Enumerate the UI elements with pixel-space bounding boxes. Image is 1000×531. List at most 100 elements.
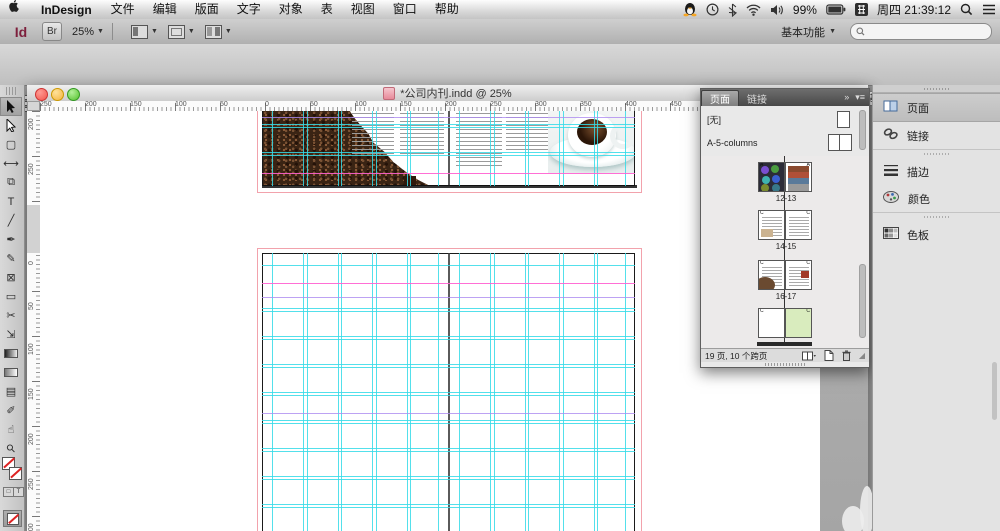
page-thumbnail[interactable]: C xyxy=(785,210,812,240)
dock-group-divider[interactable] xyxy=(873,212,1000,221)
menu-clock[interactable]: 周四 21:39:12 xyxy=(877,1,951,18)
bridge-button[interactable]: Br xyxy=(42,22,62,41)
masters-scrollbar[interactable] xyxy=(859,110,866,150)
fill-stroke-proxy[interactable] xyxy=(2,457,22,483)
guide-line xyxy=(262,423,635,424)
battery-icon[interactable] xyxy=(826,4,846,15)
notification-list-icon[interactable] xyxy=(982,4,996,15)
clock-menu-icon[interactable] xyxy=(706,3,719,16)
menu-item-1[interactable]: 编辑 xyxy=(144,2,186,16)
menu-item-7[interactable]: 窗口 xyxy=(384,2,426,16)
bluetooth-icon[interactable] xyxy=(728,3,737,17)
master-row-none[interactable]: [无] xyxy=(707,109,857,129)
gradient-swatch-tool[interactable] xyxy=(0,344,22,363)
page-thumbnail[interactable]: C xyxy=(785,260,812,290)
edit-spread-icon[interactable] xyxy=(801,351,816,361)
type-tool[interactable]: T xyxy=(0,192,22,211)
menu-item-4[interactable]: 对象 xyxy=(270,2,312,16)
dock-scrollbar[interactable] xyxy=(992,362,997,420)
zoom-level-combo[interactable]: 25% ▼ xyxy=(72,26,104,38)
pencil-tool[interactable]: ✎ xyxy=(0,249,22,268)
dock-group-divider[interactable] xyxy=(873,149,1000,158)
page-tool[interactable]: ▢ xyxy=(0,135,22,154)
page-thumbnail[interactable]: C xyxy=(758,308,785,338)
page-thumbnail[interactable]: A xyxy=(785,162,812,192)
guide-line-magenta xyxy=(262,283,635,284)
panel-tab-pages[interactable]: 页面 xyxy=(701,90,739,106)
spread-label: 14-15 xyxy=(775,242,797,251)
search-input[interactable] xyxy=(850,23,992,40)
guide-line xyxy=(262,448,635,449)
gap-tool[interactable]: ⟷ xyxy=(0,154,22,173)
dock-item-swatches[interactable]: 色板 xyxy=(873,221,1000,248)
ruler-origin-box[interactable] xyxy=(27,101,40,111)
master-prefix-letter: C xyxy=(760,308,764,314)
dock-item-links[interactable]: 链接 xyxy=(873,122,1000,149)
page-thumbnail[interactable]: C xyxy=(758,260,785,290)
view-options-button[interactable]: ▼ xyxy=(130,24,158,39)
direct-selection-tool[interactable] xyxy=(0,116,22,135)
qq-penguin-icon[interactable] xyxy=(683,2,697,17)
new-page-icon[interactable] xyxy=(824,350,834,361)
screen-mode-button[interactable]: ▼ xyxy=(167,24,195,39)
dock-header[interactable] xyxy=(873,85,1000,93)
collapse-panel-icon[interactable]: » xyxy=(844,92,849,103)
delete-page-trash-icon[interactable] xyxy=(842,350,851,361)
free-transform-tool[interactable]: ⇲ xyxy=(0,325,22,344)
color-icon xyxy=(883,191,900,206)
panel-menu-icon[interactable]: ▾≡ xyxy=(855,92,865,103)
master-page-icon[interactable] xyxy=(837,111,850,128)
page-thumbnail[interactable]: C xyxy=(785,308,812,338)
vertical-ruler[interactable]: 200 250 0 50 100 150 200 250 300 xyxy=(27,111,41,531)
panel-resize-grip[interactable] xyxy=(765,363,805,366)
selection-tool[interactable] xyxy=(0,97,22,116)
page-thumbnail[interactable]: C xyxy=(758,210,785,240)
menu-item-3[interactable]: 文字 xyxy=(228,2,270,16)
page-thumbnail[interactable]: A xyxy=(758,162,785,192)
panel-grip[interactable] xyxy=(6,87,18,95)
v-ruler-label: 0 xyxy=(28,261,35,265)
menu-item-2[interactable]: 版面 xyxy=(186,2,228,16)
guide-line xyxy=(262,308,635,309)
dock-item-label: 页面 xyxy=(907,102,929,115)
panel-tab-links[interactable]: 链接 xyxy=(739,91,775,106)
v-ruler-label: 250 xyxy=(28,163,35,175)
dock-item-stroke[interactable]: 描边 xyxy=(873,158,1000,185)
h-ruler-label: 250 xyxy=(40,101,52,108)
apple-menu-icon[interactable] xyxy=(0,0,31,20)
rectangle-tool[interactable]: ▭ xyxy=(0,287,22,306)
apply-none-button[interactable] xyxy=(3,510,22,527)
menu-app-name[interactable]: InDesign xyxy=(31,3,102,17)
spotlight-search-icon[interactable] xyxy=(960,3,973,16)
resize-grip-icon[interactable]: ◢ xyxy=(859,351,865,360)
volume-icon[interactable] xyxy=(770,4,784,16)
dock-item-color[interactable]: 颜色 xyxy=(873,185,1000,212)
menu-item-5[interactable]: 表 xyxy=(312,2,342,16)
wifi-icon[interactable] xyxy=(746,4,761,16)
scissors-tool[interactable]: ✂ xyxy=(0,306,22,325)
h-ruler-label: 100 xyxy=(175,101,187,108)
dock-item-pages[interactable]: 页面 xyxy=(873,93,1000,122)
master-spread-icon-right[interactable] xyxy=(839,134,852,151)
input-method-icon[interactable] xyxy=(854,3,868,16)
zoom-window-button[interactable] xyxy=(67,88,80,101)
search-icon xyxy=(856,27,865,36)
formatting-affects-text-button[interactable]: T xyxy=(13,487,24,497)
pages-scrollbar[interactable] xyxy=(859,264,866,338)
menu-item-6[interactable]: 视图 xyxy=(342,2,384,16)
note-tool[interactable]: ▤ xyxy=(0,382,22,401)
arrange-documents-button[interactable]: ▼ xyxy=(204,24,232,39)
minimize-button[interactable] xyxy=(51,88,64,101)
stroke-proxy-swatch[interactable] xyxy=(9,467,22,480)
guide-line xyxy=(262,367,635,368)
workspace-switcher[interactable]: 基本功能 ▼ xyxy=(781,24,836,40)
content-collector-tool[interactable]: ⧉ xyxy=(0,173,22,192)
rectangle-frame-tool[interactable]: ⊠ xyxy=(0,268,22,287)
menu-item-0[interactable]: 文件 xyxy=(102,2,144,16)
gradient-feather-tool[interactable] xyxy=(0,363,22,382)
line-tool[interactable]: ╱ xyxy=(0,211,22,230)
menu-item-8[interactable]: 帮助 xyxy=(426,2,468,16)
pen-tool[interactable]: ✒ xyxy=(0,230,22,249)
eyedropper-tool[interactable]: ✐ xyxy=(0,401,22,420)
close-button[interactable] xyxy=(35,88,48,101)
